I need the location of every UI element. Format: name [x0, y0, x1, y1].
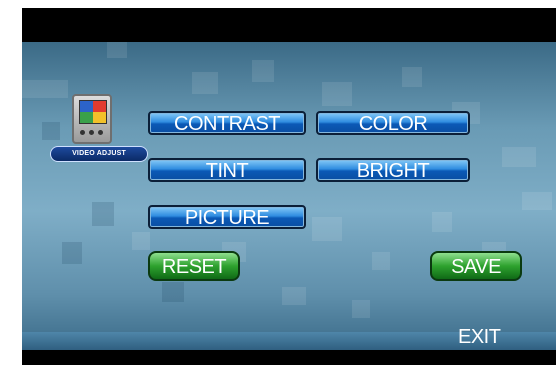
bottom-frame [22, 350, 556, 365]
exit-button[interactable]: EXIT [458, 326, 501, 349]
video-adjust-screen: VIDEO ADJUST CONTRAST COLOR TINT BRIGHT … [22, 8, 556, 365]
bright-button[interactable]: BRIGHT [316, 158, 470, 182]
menu-panel [22, 42, 556, 350]
color-button[interactable]: COLOR [316, 111, 470, 135]
reset-button[interactable]: RESET [148, 251, 240, 281]
video-adjust-label: VIDEO ADJUST [50, 146, 148, 162]
video-adjust-icon [72, 94, 112, 144]
save-button[interactable]: SAVE [430, 251, 522, 281]
tint-button[interactable]: TINT [148, 158, 306, 182]
contrast-button[interactable]: CONTRAST [148, 111, 306, 135]
video-adjust-badge: VIDEO ADJUST [50, 94, 148, 170]
picture-button[interactable]: PICTURE [148, 205, 306, 229]
